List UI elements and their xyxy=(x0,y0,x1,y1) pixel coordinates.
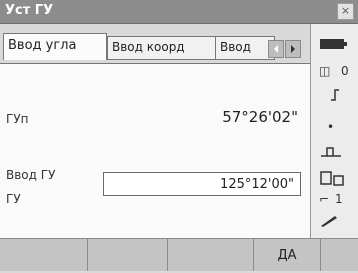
tab-coord-input[interactable]: Ввод коорд xyxy=(107,36,221,60)
gu-label: ГУп xyxy=(6,112,29,126)
face-icon: ⌐ xyxy=(319,192,330,206)
tab-content-panel: ГУп 57°26'02" Ввод ГУ ГУ 125°12'00" xyxy=(0,63,310,239)
input-section-label: Ввод ГУ xyxy=(6,168,56,182)
tab-bar: Ввод угла Ввод коорд Ввод xyxy=(0,24,310,64)
softkey-3[interactable] xyxy=(168,239,254,271)
prism-constant: ◫ 0 xyxy=(319,64,355,78)
pen-icon xyxy=(319,214,339,231)
tab-scroll-left-button[interactable] xyxy=(268,40,284,58)
dot-icon: • xyxy=(327,120,335,134)
tab-scroll-right-button[interactable] xyxy=(285,40,301,58)
target-icon xyxy=(329,86,341,105)
close-button[interactable]: × xyxy=(337,3,354,20)
level-icon xyxy=(319,142,347,161)
gu-value: 57°26'02" xyxy=(222,108,298,126)
input-label: ГУ xyxy=(6,192,21,206)
instrument-icon xyxy=(319,169,347,190)
softkey-5[interactable] xyxy=(321,239,358,271)
prism-constant-value: 0 xyxy=(341,64,349,78)
battery-icon xyxy=(319,38,349,53)
softkey-bar: ДА xyxy=(0,238,358,271)
title-bar: Уст ГУ × xyxy=(0,0,358,24)
chevron-right-icon xyxy=(291,45,295,53)
gu-input[interactable]: 125°12'00" xyxy=(103,172,301,196)
window-title: Уст ГУ xyxy=(5,3,54,18)
chevron-left-icon xyxy=(274,45,278,53)
face-indicator: ⌐ 1 xyxy=(319,192,355,206)
tab-input-3[interactable]: Ввод xyxy=(215,36,275,60)
tab-angle-input[interactable]: Ввод угла xyxy=(3,33,107,60)
softkey-2[interactable] xyxy=(88,239,168,271)
status-sidebar: ◫ 0 • ⌐ 1 xyxy=(310,24,358,238)
ok-button[interactable]: ДА xyxy=(254,239,321,271)
softkey-1[interactable] xyxy=(0,239,88,271)
face-value: 1 xyxy=(335,192,343,206)
prism-icon: ◫ xyxy=(319,64,331,78)
